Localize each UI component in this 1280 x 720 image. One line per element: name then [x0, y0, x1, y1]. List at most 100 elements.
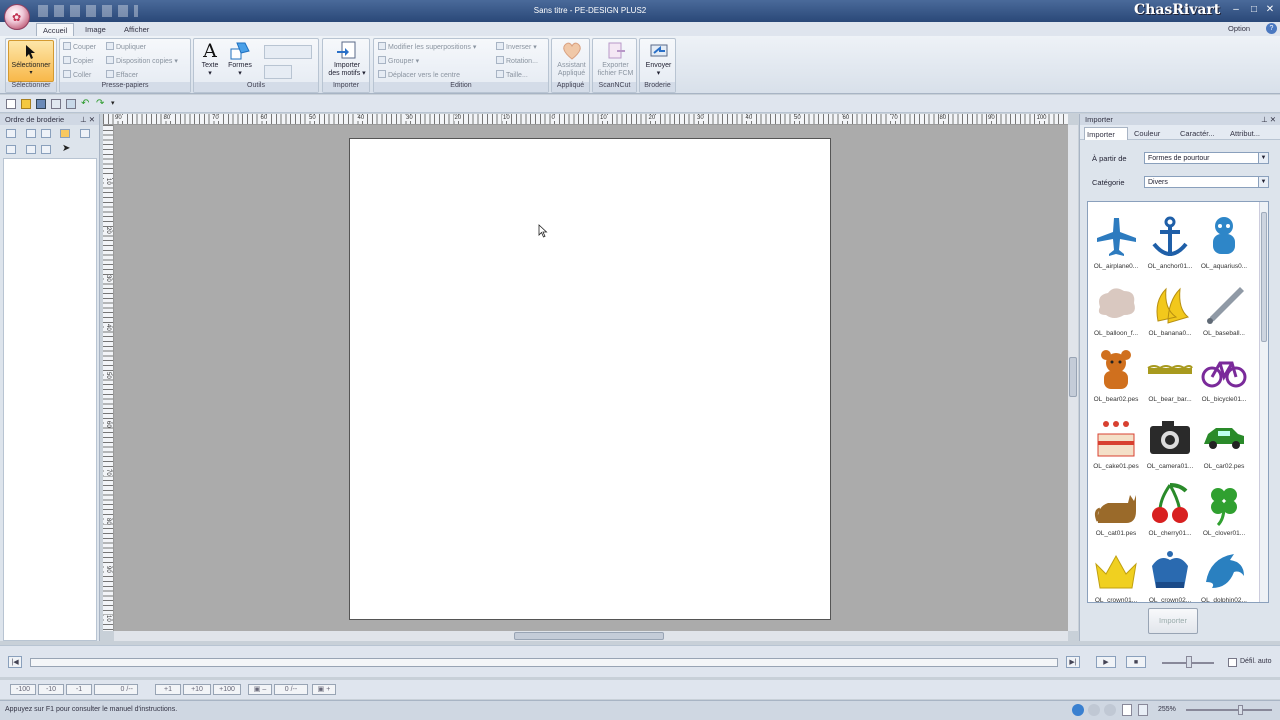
customize-qat-icon[interactable]: ▾	[111, 99, 121, 109]
export-fcm-button[interactable]: Exporter fichier FCM	[594, 41, 637, 78]
order-tool-1[interactable]	[6, 129, 16, 138]
design-page[interactable]	[349, 138, 831, 620]
pattern-item[interactable]: OL_cat01.pes	[1088, 481, 1144, 547]
order-tool-6[interactable]	[6, 145, 16, 154]
redo-icon[interactable]: ↷	[96, 99, 106, 109]
tab-afficher[interactable]: Afficher	[118, 23, 155, 36]
tab-importer[interactable]: Importer	[1084, 127, 1128, 140]
new-file-icon[interactable]	[6, 99, 16, 109]
pattern-item[interactable]: OL_bicycle01...	[1196, 347, 1252, 413]
design-page-icon[interactable]	[66, 99, 76, 109]
order-tool-5[interactable]	[80, 129, 90, 138]
gallery-scrollbar[interactable]	[1259, 202, 1268, 602]
move-center-button[interactable]: Déplacer vers le centre	[378, 70, 460, 81]
save-icon[interactable]	[36, 99, 46, 109]
autoscroll-checkbox[interactable]	[1228, 658, 1237, 667]
pattern-item[interactable]: OL_balloon_f...	[1088, 281, 1144, 347]
application-menu-button[interactable]: ✿	[4, 4, 30, 30]
category-select[interactable]: Divers ▼	[1144, 176, 1269, 188]
zoom-slider[interactable]	[1186, 709, 1272, 711]
duplicate-button[interactable]: Dupliquer	[106, 42, 146, 53]
preview-icon[interactable]	[1104, 704, 1116, 716]
speed-slider-knob[interactable]	[1186, 656, 1192, 668]
pattern-item[interactable]: OL_baseball...	[1196, 281, 1252, 347]
zoom-slider-knob[interactable]	[1238, 705, 1243, 715]
color-step-prev[interactable]: ▣ –	[248, 684, 272, 695]
help-icon[interactable]: ?	[1266, 23, 1277, 34]
flip-button[interactable]: Inverser ▾	[496, 42, 537, 53]
embroidery-order-list[interactable]	[3, 158, 97, 641]
step-plus-1[interactable]: +1	[155, 684, 181, 695]
step-minus-1[interactable]: -1	[66, 684, 92, 695]
order-tool-3[interactable]	[41, 129, 51, 138]
import-button[interactable]: Importer	[1148, 608, 1198, 634]
pattern-item[interactable]: OL_anchor01...	[1142, 214, 1198, 280]
tab-attribut[interactable]: Attribut...	[1228, 127, 1280, 140]
source-select[interactable]: Formes de pourtour ▼	[1144, 152, 1269, 164]
pattern-item[interactable]: OL_cake01.pes	[1088, 414, 1144, 480]
copy-layout-button[interactable]: Disposition copies ▾	[106, 56, 178, 67]
pattern-item[interactable]: OL_crown01...	[1088, 548, 1144, 602]
grid-icon[interactable]	[1138, 704, 1148, 716]
pattern-item[interactable]: OL_banana0...	[1142, 281, 1198, 347]
tab-accueil[interactable]: Accueil	[36, 23, 75, 36]
paste-button[interactable]: Coller	[63, 70, 91, 81]
order-tool-2[interactable]	[26, 129, 36, 138]
pattern-item[interactable]: OL_bear02.pes	[1088, 347, 1144, 413]
stitch-progress-track[interactable]	[30, 658, 1058, 667]
tab-couleur[interactable]: Couleur	[1132, 127, 1176, 140]
group-button[interactable]: Grouper ▾	[378, 56, 419, 67]
import-patterns-button[interactable]: Importer des motifs ▾	[325, 41, 369, 78]
pattern-item[interactable]: OL_camera01...	[1142, 414, 1198, 480]
view-mode-icon[interactable]	[1072, 704, 1084, 716]
rewind-start-icon[interactable]: |◀	[8, 656, 22, 668]
step-plus-10[interactable]: +10	[183, 684, 211, 695]
delete-button[interactable]: Effacer	[106, 70, 138, 81]
realistic-view-icon[interactable]	[1088, 704, 1100, 716]
horizontal-scrollbar[interactable]	[114, 631, 1068, 641]
close-button[interactable]: ✕	[1262, 3, 1278, 17]
option-menu[interactable]: Option	[1228, 24, 1250, 33]
forward-end-icon[interactable]: ▶|	[1066, 656, 1080, 668]
minimize-button[interactable]: –	[1228, 3, 1244, 17]
order-pointer-icon[interactable]: ➤	[62, 143, 70, 154]
color-step-counter[interactable]: 0 /--	[274, 684, 308, 695]
order-tool-7[interactable]	[26, 145, 36, 154]
applique-wizard-button[interactable]: Assistant Appliqué	[553, 41, 590, 78]
tab-caractere[interactable]: Caractér...	[1178, 127, 1226, 140]
page-icon[interactable]	[1122, 704, 1132, 716]
modify-overlaps-button[interactable]: Modifier les superpositions ▾	[378, 42, 476, 53]
stop-icon[interactable]: ■	[1126, 656, 1146, 668]
pattern-item[interactable]: OL_bear_bar...	[1142, 347, 1198, 413]
step-minus-100[interactable]: -100	[10, 684, 36, 695]
pattern-item[interactable]: OL_aquarius0...	[1196, 214, 1252, 280]
text-button[interactable]: A Texte ▾	[198, 41, 222, 78]
gallery-scroll-thumb[interactable]	[1261, 212, 1267, 342]
pattern-item[interactable]: OL_clover01...	[1196, 481, 1252, 547]
pattern-item[interactable]: OL_car02.pes	[1196, 414, 1252, 480]
step-minus-10[interactable]: -10	[38, 684, 64, 695]
send-button[interactable]: Envoyer ▾	[641, 41, 676, 78]
tab-image[interactable]: Image	[79, 23, 112, 36]
step-counter[interactable]: 0 /--	[94, 684, 138, 695]
undo-icon[interactable]: ↶	[81, 99, 91, 109]
order-tool-8[interactable]	[41, 145, 51, 154]
horizontal-scroll-thumb[interactable]	[514, 632, 664, 640]
panel-close-icon[interactable]: ⊥ ✕	[80, 114, 95, 125]
rotate-button[interactable]: Rotation...	[496, 56, 538, 67]
pattern-item[interactable]: OL_crown02...	[1142, 548, 1198, 602]
pattern-item[interactable]: OL_cherry01...	[1142, 481, 1198, 547]
open-folder-icon[interactable]	[21, 99, 31, 109]
pattern-item[interactable]: OL_airplane0...	[1088, 214, 1144, 280]
shapes-button[interactable]: Formes ▾	[226, 41, 254, 78]
cut-button[interactable]: Couper	[63, 42, 96, 53]
vertical-scroll-thumb[interactable]	[1069, 357, 1077, 397]
select-button[interactable]: Sélectionner ▾	[8, 40, 54, 82]
hand-tool[interactable]	[264, 65, 292, 79]
print-preview-icon[interactable]	[51, 99, 61, 109]
copy-button[interactable]: Copier	[63, 56, 94, 67]
vertical-scrollbar[interactable]	[1068, 125, 1078, 631]
color-step-next[interactable]: ▣ +	[312, 684, 336, 695]
right-panel-close-icon[interactable]: ⊥ ✕	[1261, 114, 1276, 125]
order-tool-4[interactable]	[60, 129, 70, 138]
